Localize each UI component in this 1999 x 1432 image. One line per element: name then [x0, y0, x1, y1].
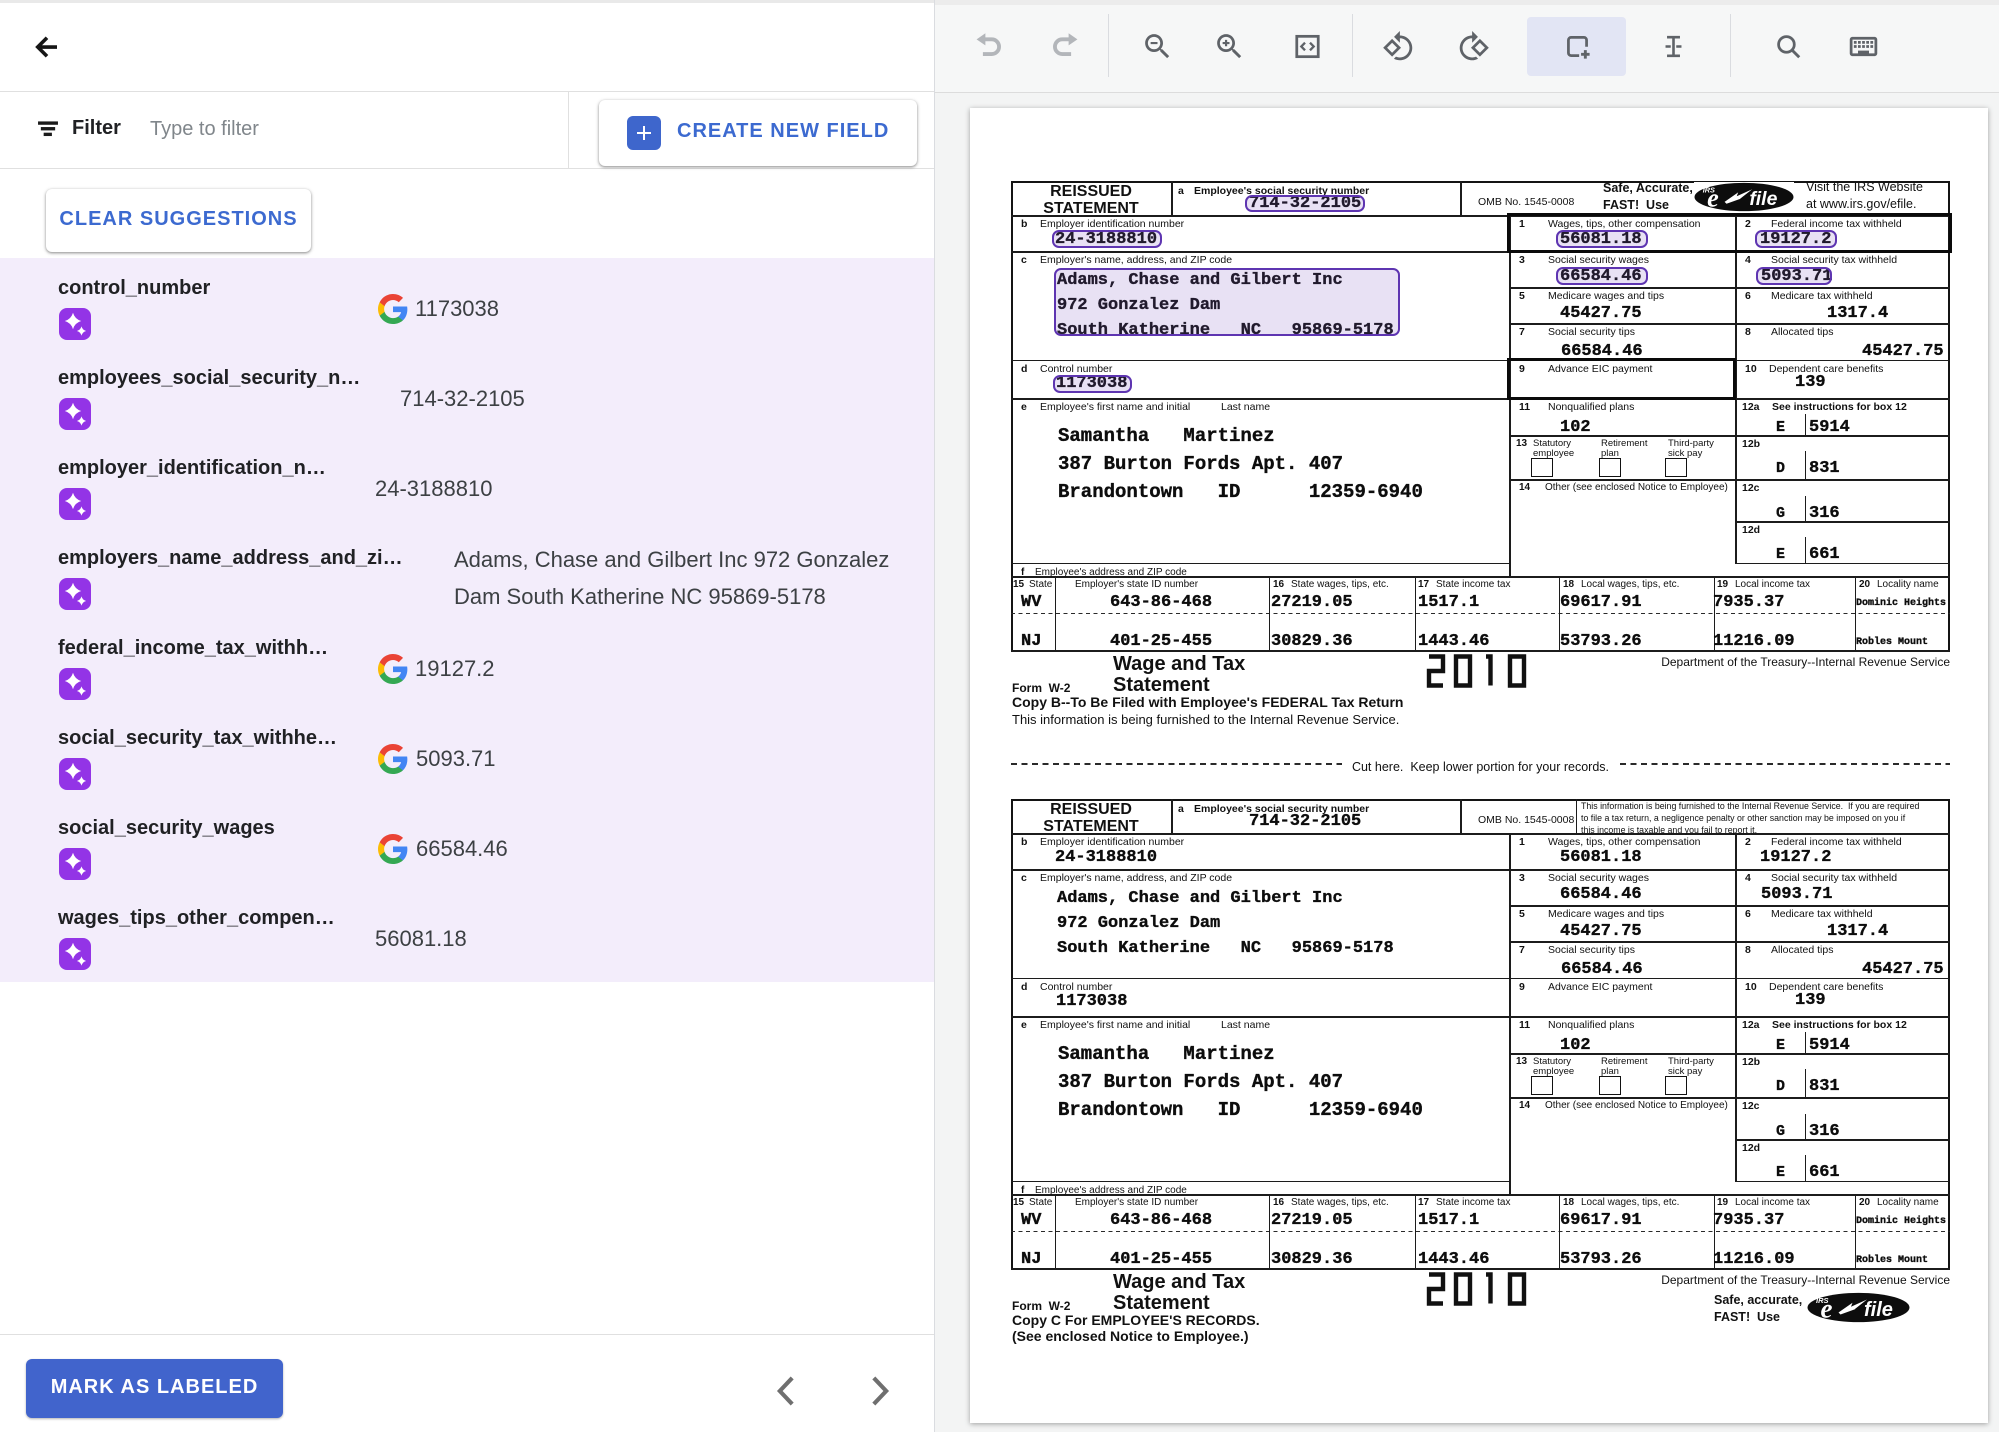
svg-text:e: e	[1821, 1294, 1833, 1324]
svg-text:file: file	[1864, 1299, 1893, 1321]
svg-text:e: e	[1707, 184, 1719, 212]
svg-text:file: file	[1749, 188, 1777, 210]
